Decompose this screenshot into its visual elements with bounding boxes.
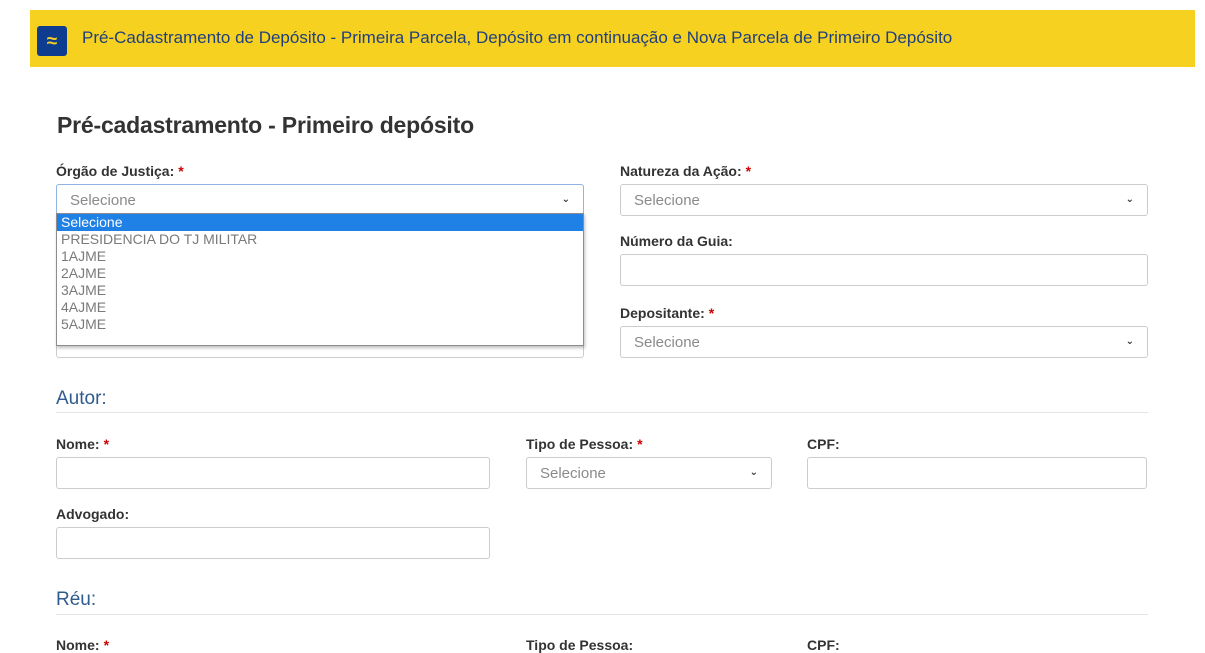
depositante-label-text: Depositante: bbox=[620, 305, 705, 321]
section-divider bbox=[56, 614, 1148, 615]
dropdown-option[interactable]: 4AJME bbox=[57, 299, 583, 316]
orgao-label-text: Órgão de Justiça: bbox=[56, 163, 175, 179]
reu-cpf-label: CPF: bbox=[807, 637, 840, 653]
orgao-label: Órgão de Justiça: * bbox=[56, 163, 184, 179]
required-marker: * bbox=[178, 163, 184, 179]
dropdown-option[interactable]: Selecione bbox=[57, 214, 583, 231]
autor-nome-input[interactable] bbox=[56, 457, 490, 489]
natureza-label-text: Natureza da Ação: bbox=[620, 163, 742, 179]
numero-guia-input[interactable] bbox=[620, 254, 1148, 286]
natureza-select-value: Selecione bbox=[634, 192, 700, 209]
depositante-select[interactable]: Selecione ⌄ bbox=[620, 326, 1148, 358]
autor-cpf-input[interactable] bbox=[807, 457, 1147, 489]
required-marker: * bbox=[103, 637, 110, 653]
orgao-select[interactable]: Selecione ⌄ bbox=[56, 184, 584, 216]
depositante-label: Depositante: * bbox=[620, 305, 714, 321]
autor-tipo-pessoa-select[interactable]: Selecione ⌄ bbox=[526, 457, 772, 489]
reu-section-title: Réu: bbox=[56, 589, 97, 610]
autor-nome-label: Nome: * bbox=[56, 436, 109, 452]
header-title: Pré-Cadastramento de Depósito - Primeira… bbox=[82, 28, 953, 47]
autor-tipo-pessoa-value: Selecione bbox=[540, 465, 606, 482]
depositante-select-value: Selecione bbox=[634, 334, 700, 351]
required-marker: * bbox=[103, 436, 110, 452]
orgao-select-value: Selecione bbox=[70, 192, 136, 209]
reu-nome-label: Nome: * bbox=[56, 637, 109, 653]
autor-nome-label-text: Nome: bbox=[56, 436, 100, 452]
dropdown-option[interactable]: PRESIDENCIA DO TJ MILITAR bbox=[57, 231, 583, 248]
orgao-dropdown-list[interactable]: Selecione PRESIDENCIA DO TJ MILITAR 1AJM… bbox=[56, 213, 584, 346]
chevron-down-icon: ⌄ bbox=[561, 194, 570, 205]
autor-section-title: Autor: bbox=[56, 388, 107, 409]
required-marker: * bbox=[637, 436, 643, 452]
autor-advogado-input[interactable] bbox=[56, 527, 490, 559]
section-divider bbox=[56, 412, 1148, 413]
bank-logo-icon: ≈ bbox=[37, 26, 67, 56]
dropdown-option[interactable]: 3AJME bbox=[57, 282, 583, 299]
required-marker: * bbox=[745, 163, 752, 179]
autor-cpf-label: CPF: bbox=[807, 436, 840, 452]
reu-nome-label-text: Nome: bbox=[56, 637, 100, 653]
autor-advogado-label: Advogado: bbox=[56, 506, 130, 522]
chevron-down-icon: ⌄ bbox=[1125, 194, 1134, 205]
dropdown-option[interactable]: 2AJME bbox=[57, 265, 583, 282]
reu-tipo-pessoa-label: Tipo de Pessoa: bbox=[526, 637, 634, 653]
dropdown-option[interactable]: 5AJME bbox=[57, 316, 583, 333]
autor-tipo-pessoa-label: Tipo de Pessoa: * bbox=[526, 436, 643, 452]
dropdown-option[interactable]: 1AJME bbox=[57, 248, 583, 265]
numero-guia-label: Número da Guia: bbox=[620, 233, 733, 249]
chevron-down-icon: ⌄ bbox=[749, 467, 758, 478]
autor-tipo-pessoa-label-text: Tipo de Pessoa: bbox=[526, 436, 634, 452]
natureza-select[interactable]: Selecione ⌄ bbox=[620, 184, 1148, 216]
required-marker: * bbox=[708, 305, 715, 321]
chevron-down-icon: ⌄ bbox=[1125, 336, 1134, 347]
natureza-label: Natureza da Ação: * bbox=[620, 163, 751, 179]
page-title: Pré-cadastramento - Primeiro depósito bbox=[57, 112, 474, 138]
